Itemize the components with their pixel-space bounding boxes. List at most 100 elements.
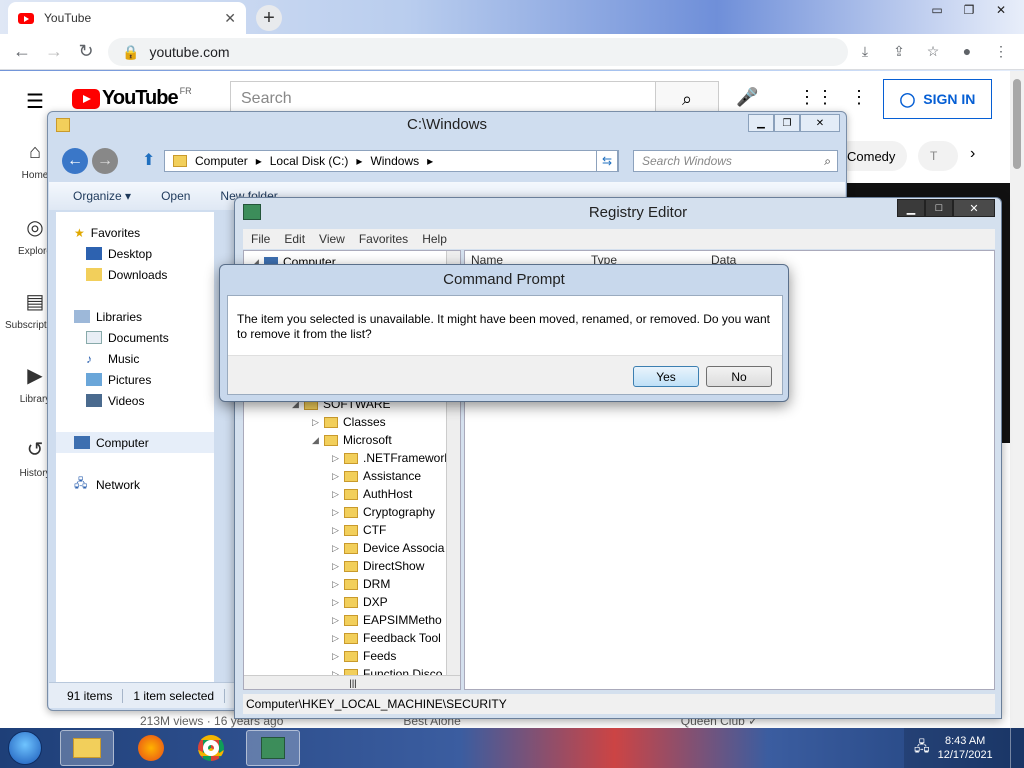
breadcrumb-windows[interactable]: Windows	[370, 154, 419, 168]
tree-item-subkey[interactable]: ▷ CTF	[332, 521, 386, 539]
tree-item-classes[interactable]: ▷ Classes	[312, 413, 386, 431]
filter-chip[interactable]: T	[918, 141, 958, 171]
restore-icon[interactable]: ❐	[774, 114, 800, 132]
expand-arrow-icon[interactable]: ▷	[332, 489, 344, 500]
expand-arrow-icon[interactable]: ▷	[332, 507, 344, 518]
breadcrumb-separator-icon[interactable]: ▸	[427, 154, 433, 168]
breadcrumb-local-disk[interactable]: Local Disk (C:)	[270, 154, 349, 168]
refresh-icon[interactable]: ⇆	[596, 150, 618, 172]
taskbar-firefox[interactable]	[124, 730, 178, 766]
music-icon: ♪	[86, 351, 92, 366]
hamburger-menu-icon[interactable]: ☰	[26, 89, 44, 114]
tree-item-subkey[interactable]: ▷ AuthHost	[332, 485, 412, 503]
expand-arrow-icon[interactable]: ▷	[332, 471, 344, 482]
nav-downloads[interactable]: Downloads	[56, 264, 214, 285]
clock[interactable]: 8:43 AM 12/17/2021	[938, 734, 993, 762]
menu-view[interactable]: View	[319, 232, 345, 246]
install-icon[interactable]: ⤓	[852, 38, 878, 64]
page-scrollbar[interactable]	[1010, 71, 1024, 728]
menu-favorites[interactable]: Favorites	[359, 232, 408, 246]
expand-arrow-icon[interactable]: ▷	[332, 525, 344, 536]
taskbar-regedit[interactable]	[246, 730, 300, 766]
menu-edit[interactable]: Edit	[284, 232, 305, 246]
share-icon[interactable]: ⇪	[886, 38, 912, 64]
organize-button[interactable]: Organize ▾	[73, 189, 131, 203]
microphone-icon[interactable]: 🎤	[736, 87, 758, 108]
minimize-icon[interactable]: ▁	[897, 199, 925, 217]
taskbar-chrome[interactable]	[184, 730, 238, 766]
explorer-address-bar[interactable]: Computer ▸ Local Disk (C:) ▸ Windows ▸	[164, 150, 619, 172]
youtube-logo[interactable]: YouTube FR	[72, 86, 192, 110]
back-arrow-icon[interactable]: ←	[6, 36, 38, 68]
explorer-search-input[interactable]: Search Windows ⌕	[633, 150, 838, 172]
tree-item-subkey[interactable]: ▷ Device Associa	[332, 539, 444, 557]
nav-documents[interactable]: Documents	[56, 327, 214, 348]
nav-network[interactable]: 🖧 Network	[56, 474, 214, 495]
open-button[interactable]: Open	[161, 189, 190, 203]
tree-item-subkey[interactable]: ▷ DXP	[332, 593, 388, 611]
tree-item-subkey[interactable]: ▷ Feedback Tool	[332, 629, 441, 647]
close-icon[interactable]: ✕	[986, 0, 1016, 20]
breadcrumb-separator-icon[interactable]: ▸	[356, 154, 362, 168]
show-desktop-button[interactable]	[1010, 728, 1024, 768]
yes-button[interactable]: Yes	[633, 366, 699, 387]
new-tab-button[interactable]: +	[256, 5, 282, 31]
sign-in-button[interactable]: ◯ SIGN IN	[883, 79, 992, 119]
expand-arrow-icon[interactable]: ▷	[332, 543, 344, 554]
taskbar-explorer[interactable]	[60, 730, 114, 766]
expand-arrow-icon[interactable]: ▷	[312, 417, 324, 428]
expand-arrow-icon[interactable]: ▷	[332, 615, 344, 626]
restore-icon[interactable]: ❐	[954, 0, 984, 20]
expand-arrow-icon[interactable]: ▷	[332, 561, 344, 572]
up-arrow-icon[interactable]: ⬆	[142, 150, 155, 170]
minimize-icon[interactable]: ▁	[748, 114, 774, 132]
nav-music[interactable]: ♪ Music	[56, 348, 214, 369]
profile-avatar-icon[interactable]: ●	[954, 38, 980, 64]
nav-libraries[interactable]: Libraries	[56, 306, 214, 327]
maximize-icon[interactable]: □	[925, 199, 953, 217]
menu-file[interactable]: File	[251, 232, 270, 246]
tree-horizontal-scrollbar[interactable]: |||	[244, 675, 460, 689]
close-icon[interactable]: ✕	[953, 199, 995, 217]
expand-arrow-icon[interactable]: ▷	[332, 651, 344, 662]
nav-favorites[interactable]: ★ Favorites	[56, 222, 214, 243]
network-tray-icon[interactable]: 🖧	[914, 736, 930, 760]
more-options-icon[interactable]: ⋮	[850, 87, 868, 108]
tab-youtube[interactable]: YouTube ✕	[8, 2, 246, 34]
nav-pictures[interactable]: Pictures	[56, 369, 214, 390]
start-button-icon[interactable]	[8, 731, 42, 765]
collapse-arrow-icon[interactable]: ◢	[312, 435, 324, 446]
bookmark-star-icon[interactable]: ☆	[920, 38, 946, 64]
breadcrumb-separator-icon[interactable]: ▸	[256, 154, 262, 168]
menu-help[interactable]: Help	[422, 232, 447, 246]
breadcrumb-computer[interactable]: Computer	[195, 154, 248, 168]
nav-computer[interactable]: Computer	[56, 432, 214, 453]
forward-arrow-icon[interactable]: →	[92, 148, 118, 174]
scroll-thumb[interactable]	[1013, 79, 1021, 169]
close-icon[interactable]: ✕	[800, 114, 840, 132]
expand-arrow-icon[interactable]: ▷	[332, 579, 344, 590]
back-arrow-icon[interactable]: ←	[62, 148, 88, 174]
tree-item-subkey[interactable]: ▷ Assistance	[332, 467, 421, 485]
chevron-right-icon[interactable]: ›	[970, 145, 975, 163]
nav-videos[interactable]: Videos	[56, 390, 214, 411]
expand-arrow-icon[interactable]: ▷	[332, 453, 344, 464]
reload-icon[interactable]: ↻	[70, 36, 102, 68]
expand-arrow-icon[interactable]: ▷	[332, 597, 344, 608]
tree-item-subkey[interactable]: ▷ DirectShow	[332, 557, 424, 575]
tree-item-subkey[interactable]: ▷ .NETFramework	[332, 449, 450, 467]
expand-arrow-icon[interactable]: ▷	[332, 633, 344, 644]
tree-item-subkey[interactable]: ▷ Feeds	[332, 647, 396, 665]
minimize-icon[interactable]: ▭	[922, 0, 952, 20]
nav-desktop[interactable]: Desktop	[56, 243, 214, 264]
address-bar[interactable]: 🔒 youtube.com	[108, 38, 848, 66]
tree-item-microsoft[interactable]: ◢ Microsoft	[312, 431, 392, 449]
tab-close-icon[interactable]: ✕	[224, 10, 236, 27]
chrome-menu-icon[interactable]: ⋮	[988, 38, 1014, 64]
tree-item-subkey[interactable]: ▷ DRM	[332, 575, 390, 593]
tree-item-subkey[interactable]: ▷ EAPSIMMetho	[332, 611, 442, 629]
forward-arrow-icon[interactable]: →	[38, 36, 70, 68]
apps-grid-icon[interactable]: ⋮⋮	[798, 87, 834, 108]
tree-item-subkey[interactable]: ▷ Cryptography	[332, 503, 435, 521]
no-button[interactable]: No	[706, 366, 772, 387]
